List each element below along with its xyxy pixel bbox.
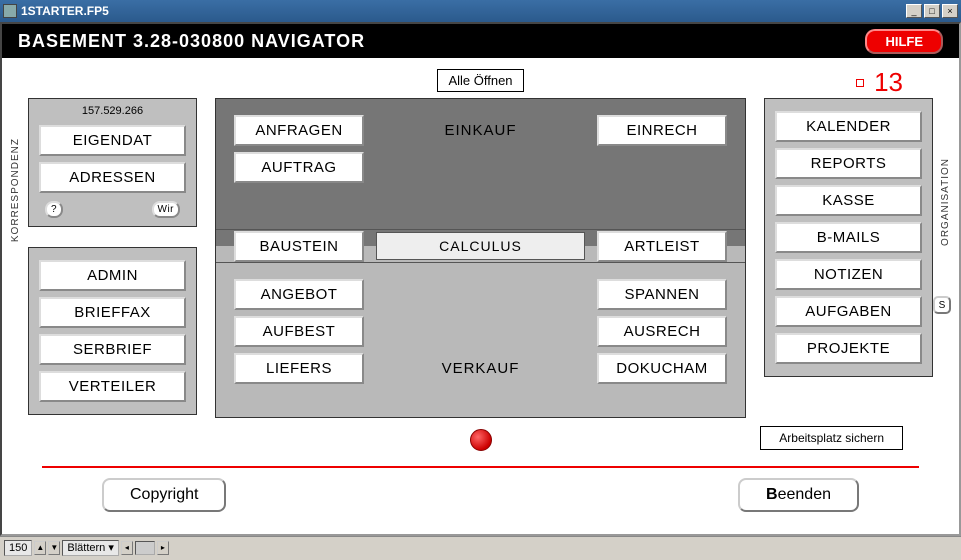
notizen-button[interactable]: NOTIZEN xyxy=(775,259,922,290)
reports-button[interactable]: REPORTS xyxy=(775,148,922,179)
mode-label[interactable]: Blättern ▾ xyxy=(62,540,119,556)
save-workspace-button[interactable]: Arbeitsplatz sichern xyxy=(760,426,903,450)
window-title: 1STARTER.FP5 xyxy=(21,4,906,18)
brieffax-button[interactable]: BRIEFFAX xyxy=(39,297,186,328)
aufgaben-button[interactable]: AUFGABEN xyxy=(775,296,922,327)
spannen-button[interactable]: SPANNEN xyxy=(597,279,727,310)
record-count: 13 xyxy=(874,67,903,98)
close-button[interactable]: × xyxy=(942,4,958,18)
zoom-level[interactable]: 150 xyxy=(4,540,32,556)
einkauf-label: EINKAUF xyxy=(376,122,585,139)
right-section-label: ORGANISATION xyxy=(940,158,951,246)
bmails-button[interactable]: B-MAILS xyxy=(775,222,922,253)
liefers-button[interactable]: LIEFERS xyxy=(234,353,364,384)
window-titlebar: 1STARTER.FP5 _ □ × xyxy=(0,0,961,22)
content-area: Alle Öffnen 13 KORRESPONDENZ 157.529.266… xyxy=(2,58,959,538)
center-verkauf: ANGEBOT SPANNEN AUFBEST AUSRECH LIEFERS … xyxy=(216,263,745,417)
dokucham-button[interactable]: DOKUCHAM xyxy=(597,353,727,384)
center-panel: ANFRAGEN EINKAUF EINRECH AUFTRAG BAUSTEI… xyxy=(215,98,746,418)
admin-button[interactable]: ADMIN xyxy=(39,260,186,291)
projekte-button[interactable]: PROJEKTE xyxy=(775,333,922,364)
artleist-button[interactable]: ARTLEIST xyxy=(597,231,727,262)
minimize-button[interactable]: _ xyxy=(906,4,922,18)
zoom-up-icon[interactable]: ▲ xyxy=(34,541,46,555)
app-header: BASEMENT 3.28-030800 NAVIGATOR HILFE xyxy=(2,24,959,58)
help-button[interactable]: HILFE xyxy=(865,29,943,54)
center-einkauf: ANFRAGEN EINKAUF EINRECH AUFTRAG xyxy=(216,99,745,229)
record-indicator-icon[interactable] xyxy=(470,429,492,451)
below-panels: Arbeitsplatz sichern xyxy=(12,418,949,462)
left-section-label: KORRESPONDENZ xyxy=(10,138,21,242)
baustein-button[interactable]: BAUSTEIN xyxy=(234,231,364,262)
hscroll-track[interactable] xyxy=(135,541,155,555)
kasse-button[interactable]: KASSE xyxy=(775,185,922,216)
left-panel: KORRESPONDENZ 157.529.266 EIGENDAT ADRES… xyxy=(12,98,197,418)
ausrech-button[interactable]: AUSRECH xyxy=(597,316,727,347)
beenden-button[interactable]: Beenden xyxy=(738,478,859,512)
verteiler-button[interactable]: VERTEILER xyxy=(39,371,186,402)
calculus-button[interactable]: CALCULUS xyxy=(376,232,585,260)
angebot-button[interactable]: ANGEBOT xyxy=(234,279,364,310)
right-panel: ORGANISATION KALENDER REPORTS KASSE B-MA… xyxy=(764,98,949,418)
kalender-button[interactable]: KALENDER xyxy=(775,111,922,142)
anfragen-button[interactable]: ANFRAGEN xyxy=(234,115,364,146)
left-group-1: 157.529.266 EIGENDAT ADRESSEN ? Wir xyxy=(28,98,197,227)
right-group: KALENDER REPORTS KASSE B-MAILS NOTIZEN A… xyxy=(764,98,933,377)
status-bar: 150 ▲ ▼ Blättern ▾ ◂ ▸ xyxy=(0,536,961,558)
top-row: Alle Öffnen 13 xyxy=(12,64,949,96)
copyright-button[interactable]: Copyright xyxy=(102,478,226,512)
scroll-left-icon[interactable]: ◂ xyxy=(121,541,133,555)
adressen-button[interactable]: ADRESSEN xyxy=(39,162,186,193)
record-id: 157.529.266 xyxy=(39,105,186,119)
indicator-square-icon xyxy=(856,79,864,87)
auftrag-button[interactable]: AUFTRAG xyxy=(234,152,364,183)
eigendat-button[interactable]: EIGENDAT xyxy=(39,125,186,156)
left-group-2: ADMIN BRIEFFAX SERBRIEF VERTEILER xyxy=(28,247,197,415)
s-button[interactable]: S xyxy=(933,296,951,314)
einrech-button[interactable]: EINRECH xyxy=(597,115,727,146)
maximize-button[interactable]: □ xyxy=(924,4,940,18)
panels-row: KORRESPONDENZ 157.529.266 EIGENDAT ADRES… xyxy=(12,98,949,418)
wir-button[interactable]: Wir xyxy=(152,201,181,218)
zoom-down-icon[interactable]: ▼ xyxy=(48,541,60,555)
verkauf-label: VERKAUF xyxy=(376,360,585,377)
app-icon xyxy=(3,4,17,18)
open-all-button[interactable]: Alle Öffnen xyxy=(437,69,523,92)
center-calculus-row: BAUSTEIN CALCULUS ARTLEIST xyxy=(216,229,745,263)
app-body: BASEMENT 3.28-030800 NAVIGATOR HILFE All… xyxy=(0,22,961,536)
help-mini-button[interactable]: ? xyxy=(45,201,63,218)
aufbest-button[interactable]: AUFBEST xyxy=(234,316,364,347)
serbrief-button[interactable]: SERBRIEF xyxy=(39,334,186,365)
footer-buttons: Copyright Beenden xyxy=(12,468,949,512)
app-title: BASEMENT 3.28-030800 NAVIGATOR xyxy=(18,31,865,52)
scroll-right-icon[interactable]: ▸ xyxy=(157,541,169,555)
